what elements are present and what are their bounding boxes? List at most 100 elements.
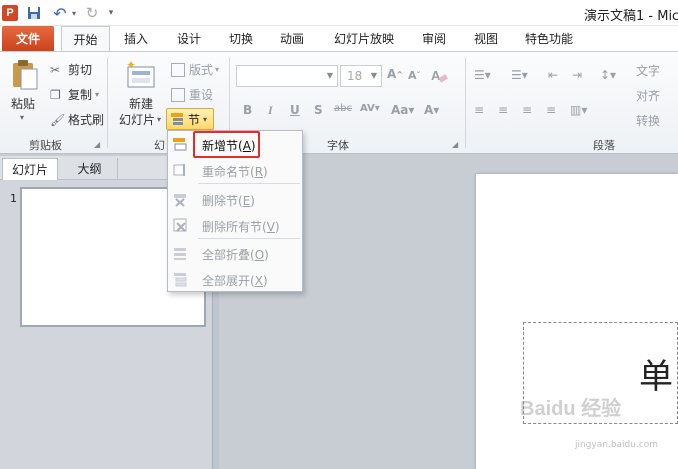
align-text-label: 对齐 (636, 89, 661, 103)
group-separator (465, 58, 466, 148)
section-label: 节 (188, 112, 201, 127)
menu-item-rename-section[interactable]: 重命名节(R) (168, 159, 302, 181)
tab-view[interactable]: 视图 (462, 26, 510, 52)
menu-item-remove-all-sections[interactable]: 删除所有节(V) (168, 214, 302, 236)
format-painter-button[interactable]: 🖌 格式刷 (50, 111, 104, 128)
decrease-indent-icon[interactable]: ⇤ (548, 68, 558, 82)
watermark-url: jingyan.baidu.com (575, 440, 659, 450)
tab-animations[interactable]: 动画 (268, 26, 316, 52)
paste-dropdown-icon[interactable]: ▾ (20, 113, 24, 122)
align-left-icon[interactable]: ≡ (474, 103, 484, 117)
clipboard-group-label: 剪贴板 (29, 139, 62, 152)
increase-indent-icon[interactable]: ⇥ (572, 68, 582, 82)
customize-quick-access-icon[interactable]: ▾ (106, 3, 116, 23)
menu-item-label: 重命名节 (202, 165, 251, 179)
new-slide-button[interactable]: 幻灯片 ▾ (119, 111, 161, 128)
tab-file[interactable]: 文件 (2, 26, 54, 52)
cut-label: 剪切 (68, 63, 93, 77)
character-spacing-icon[interactable]: AV▾ (360, 103, 380, 114)
chevron-down-icon: ▼ (326, 71, 333, 80)
collapse-all-icon (172, 245, 188, 261)
layout-button[interactable]: 版式 ▾ (171, 61, 219, 78)
columns-icon[interactable]: ▥▾ (570, 103, 587, 117)
undo-dropdown-icon[interactable]: ▾ (70, 3, 78, 23)
section-icon (170, 112, 184, 126)
underline-icon[interactable]: U (290, 103, 300, 117)
shrink-font-icon[interactable]: Aˇ (408, 69, 421, 82)
font-name-combo[interactable]: ▼ (236, 65, 338, 87)
font-size-value: 18 (347, 69, 363, 83)
tab-slides[interactable]: 幻灯片 (2, 158, 58, 180)
align-center-icon[interactable]: ≡ (498, 103, 508, 117)
text-direction-label: 文字 (636, 64, 661, 78)
menu-item-label: 删除所有节 (202, 220, 263, 234)
highlight-box (193, 131, 260, 158)
tab-design[interactable]: 设计 (165, 26, 213, 52)
new-slide-icon[interactable]: ✦ (124, 58, 158, 92)
slide-number: 1 (10, 192, 17, 205)
strikethrough-icon[interactable]: abc (334, 103, 352, 114)
title-placeholder-text: 单 (639, 357, 673, 397)
bullets-icon[interactable]: ☰▾ (474, 68, 491, 82)
cut-button[interactable]: ✂ 剪切 (50, 61, 92, 78)
menu-item-remove-section[interactable]: 删除节(E) (168, 188, 302, 210)
bold-icon[interactable]: B (243, 103, 252, 117)
group-separator (107, 58, 108, 148)
svg-text:A: A (431, 68, 441, 83)
clipboard-dialog-launcher-icon[interactable]: ◢ (94, 140, 100, 149)
menu-item-expand-all[interactable]: 全部展开(X) (168, 268, 302, 290)
change-case-icon[interactable]: Aa▾ (391, 103, 414, 117)
redo-icon[interactable]: ↻ (84, 3, 100, 23)
svg-text:✦: ✦ (126, 59, 136, 72)
line-spacing-icon[interactable]: ↕▾ (600, 68, 616, 82)
new-slide-dropdown-icon[interactable]: ▾ (157, 115, 161, 124)
scissors-icon: ✂ (50, 62, 61, 77)
align-text-button[interactable]: 对齐 (636, 87, 660, 104)
menu-item-label: 删除节 (202, 194, 239, 208)
rename-section-icon (172, 162, 188, 178)
justify-icon[interactable]: ≡ (546, 103, 556, 117)
new-slide-label-2: 幻灯片 (119, 113, 156, 127)
menu-separator (198, 238, 300, 239)
section-button[interactable]: 节 ▾ (166, 108, 214, 130)
font-dialog-launcher-icon[interactable]: ◢ (452, 140, 458, 149)
layout-label: 版式 (189, 63, 214, 77)
menu-item-accelerator: O (254, 248, 265, 262)
menu-item-accelerator: E (242, 194, 251, 208)
grow-font-icon[interactable]: A ^ (387, 67, 403, 81)
font-size-combo[interactable]: 18 ▼ (340, 65, 382, 87)
menu-item-accelerator: V (266, 220, 275, 234)
menu-item-label: 全部折叠 (202, 248, 251, 262)
copy-label: 复制 (68, 88, 93, 102)
copy-icon: ❐ (50, 87, 61, 102)
tab-slideshow[interactable]: 幻灯片放映 (324, 26, 404, 52)
tab-review[interactable]: 审阅 (410, 26, 458, 52)
menu-item-collapse-all[interactable]: 全部折叠(O) (168, 242, 302, 264)
font-color-icon[interactable]: A▾ (424, 103, 439, 117)
copy-button[interactable]: ❐ 复制 ▾ (50, 86, 99, 103)
tab-outline[interactable]: 大纲 (62, 158, 118, 180)
undo-icon[interactable]: ↶ (50, 3, 70, 23)
text-direction-button[interactable]: 文字 (636, 62, 660, 79)
text-shadow-icon[interactable]: S (314, 103, 323, 117)
save-icon[interactable] (26, 3, 42, 23)
numbering-icon[interactable]: ☰▾ (511, 68, 528, 82)
new-slide-label-1[interactable]: 新建 (129, 95, 153, 112)
copy-dropdown-icon[interactable]: ▾ (95, 90, 99, 99)
italic-icon[interactable]: I (268, 103, 273, 118)
add-section-icon (172, 136, 188, 152)
tab-transitions[interactable]: 切换 (217, 26, 265, 52)
convert-smartart-button[interactable]: 转换 (636, 112, 660, 129)
font-group-label: 字体 (327, 139, 349, 152)
clear-formatting-icon[interactable]: A (430, 67, 448, 83)
window-title: 演示文稿1 - Mic (584, 9, 678, 24)
paste-button[interactable]: 粘贴 (11, 95, 35, 112)
tab-special-features[interactable]: 特色功能 (518, 26, 580, 52)
align-right-icon[interactable]: ≡ (522, 103, 532, 117)
tab-home[interactable]: 开始 (61, 26, 110, 52)
tab-insert[interactable]: 插入 (112, 26, 160, 52)
paste-icon[interactable] (10, 58, 42, 92)
powerpoint-icon[interactable]: P (2, 5, 18, 21)
reset-button[interactable]: 重设 (171, 86, 213, 103)
section-dropdown-icon: ▾ (203, 114, 208, 124)
